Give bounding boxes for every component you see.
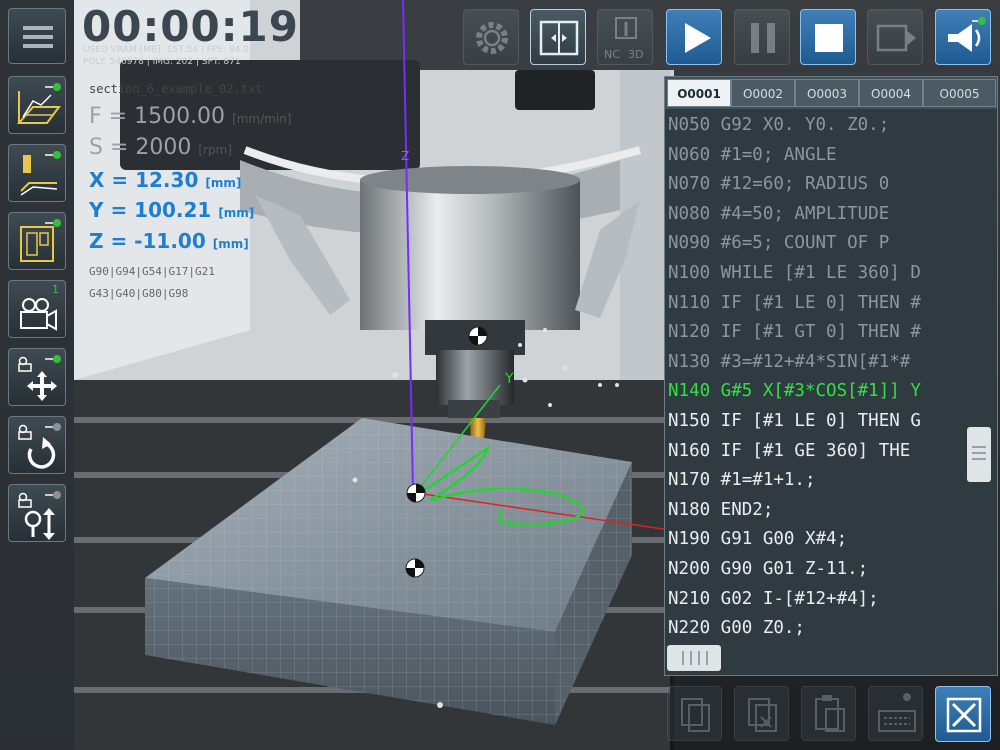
stop-button[interactable] xyxy=(800,9,856,65)
machine-icon xyxy=(20,219,61,262)
code-line[interactable]: N220 G00 Z0.; xyxy=(665,614,957,643)
x-position-value: X = 12.30 xyxy=(89,168,199,192)
settings-button[interactable] xyxy=(463,9,519,65)
pause-icon xyxy=(751,23,775,53)
y-position: Y = 100.21 [mm] xyxy=(89,198,254,222)
code-line[interactable]: N080 #4=50; AMPLITUDE xyxy=(665,200,957,230)
horizontal-scrollbar[interactable] xyxy=(667,645,721,671)
x-position: X = 12.30 [mm] xyxy=(89,168,241,192)
tab-o0002[interactable]: O0002 xyxy=(731,79,795,107)
svg-text:3D: 3D xyxy=(628,48,643,61)
gear-icon xyxy=(476,22,508,54)
code-line[interactable]: N100 WHILE [#1 LE 360] D xyxy=(665,259,957,289)
rotate-icon xyxy=(18,423,61,469)
pause-button[interactable] xyxy=(734,9,790,65)
code-line[interactable]: N070 #12=60; RADIUS 0 xyxy=(665,170,957,200)
x-position-unit: [mm] xyxy=(205,176,242,190)
y-axis-label: Y xyxy=(504,371,514,387)
grip-icon xyxy=(972,446,986,460)
code-line[interactable]: N120 IF [#1 GT 0] THEN # xyxy=(665,318,957,348)
code-line[interactable]: N200 G90 G01 Z-11.; xyxy=(665,555,957,585)
code-line[interactable]: N150 IF [#1 LE 0] THEN G xyxy=(665,407,957,437)
play-button[interactable] xyxy=(666,9,722,65)
menu-button[interactable] xyxy=(8,8,66,64)
code-line[interactable]: N190 G91 G00 X#4; xyxy=(665,525,957,555)
camera-button[interactable]: 1 xyxy=(8,280,66,338)
toolpath-grid-icon xyxy=(16,83,61,124)
vertical-scrollbar[interactable] xyxy=(967,427,991,482)
grip-icon xyxy=(682,651,708,665)
nc-3d-icon: NC 3D xyxy=(604,17,643,61)
tool-view-button[interactable] xyxy=(8,144,66,202)
stop-icon xyxy=(815,24,843,52)
camera-pan-button[interactable] xyxy=(8,348,66,406)
feed-rate-value: F = 1500.00 xyxy=(89,104,226,129)
tab-o0004[interactable]: O0004 xyxy=(859,79,923,107)
move-arrows-icon xyxy=(18,355,61,401)
code-line[interactable]: N090 #6=5; COUNT OF P xyxy=(665,229,957,259)
step-button[interactable] xyxy=(867,9,923,65)
y-position-unit: [mm] xyxy=(218,206,255,220)
stats-line-vram-fps: USED VRAM [MB]: 157.54 | FPS: 94.0 xyxy=(83,45,249,55)
tab-o0005[interactable]: O0005 xyxy=(923,79,996,107)
z-position: Z = -11.00 [mm] xyxy=(89,229,249,253)
cut-button[interactable] xyxy=(734,686,789,741)
code-line[interactable]: N170 #1=#1+1.; xyxy=(665,466,957,496)
paste-button[interactable] xyxy=(801,686,856,741)
feed-rate-unit: [mm/min] xyxy=(232,112,292,126)
tab-o0001[interactable]: O0001 xyxy=(667,79,731,107)
spindle-speed: S = 2000 [rpm] xyxy=(89,135,232,160)
megaphone-icon xyxy=(948,17,986,52)
split-panel-icon xyxy=(539,20,579,56)
modal-codes-line1: G90|G94|G54|G17|G21 xyxy=(89,265,215,278)
nc-3d-button[interactable]: NC 3D xyxy=(597,9,653,65)
alarm-button[interactable] xyxy=(935,9,991,65)
camera-rotate-button[interactable] xyxy=(8,416,66,474)
current-code-line[interactable]: N140 G#5 X[#3*COS[#1]] Y xyxy=(665,377,957,407)
code-line[interactable]: N110 IF [#1 LE 0] THEN # xyxy=(665,289,957,319)
code-line[interactable]: N060 #1=0; ANGLE xyxy=(665,141,957,171)
zoom-icon xyxy=(18,491,61,540)
code-lines[interactable]: N050 G92 X0. Y0. Z0.; N060 #1=0; ANGLE N07… xyxy=(665,111,957,643)
panel-view-button[interactable] xyxy=(530,9,586,65)
z-position-value: Z = -11.00 xyxy=(89,229,206,253)
code-line[interactable]: N180 END2; xyxy=(665,496,957,526)
feed-rate: F = 1500.00 [mm/min] xyxy=(89,104,291,129)
hamburger-icon xyxy=(23,26,53,48)
program-tabs: O0001 O0002 O0003 O0004 O0005 xyxy=(665,77,997,109)
z-axis-label: Z xyxy=(401,149,409,163)
svg-text:NC: NC xyxy=(604,48,620,61)
code-line[interactable]: N050 G92 X0. Y0. Z0.; xyxy=(665,111,957,141)
single-block-icon xyxy=(876,24,916,52)
close-icon xyxy=(946,697,982,733)
tool-path-icon xyxy=(20,151,61,196)
copy-button[interactable] xyxy=(667,686,722,741)
z-position-unit: [mm] xyxy=(212,237,249,251)
code-line[interactable]: N210 G02 I-[#12+#4]; xyxy=(665,585,957,615)
close-editor-button[interactable] xyxy=(935,686,991,742)
keyboard-icon xyxy=(878,693,916,732)
tab-o0003[interactable]: O0003 xyxy=(795,79,859,107)
machine-view-button[interactable] xyxy=(8,212,66,270)
y-position-value: Y = 100.21 xyxy=(89,198,212,222)
spindle-speed-unit: [rpm] xyxy=(198,143,232,157)
spindle-speed-value: S = 2000 xyxy=(89,135,192,160)
camera-count-badge: 1 xyxy=(52,283,59,296)
camera-zoom-button[interactable] xyxy=(8,484,66,542)
code-line[interactable]: N160 IF [#1 GE 360] THE xyxy=(665,437,957,467)
play-icon xyxy=(685,23,711,53)
cut-icon xyxy=(748,698,777,732)
elapsed-timer: 00:00:19 xyxy=(82,2,299,51)
code-line[interactable]: N130 #3=#12+#4*SIN[#1*# xyxy=(665,348,957,378)
paste-icon xyxy=(815,695,845,732)
keyboard-button[interactable] xyxy=(868,686,923,741)
toolpath-view-button[interactable] xyxy=(8,76,66,134)
stats-line-poly: POLY: 546978 | IMG: 202 | SPT: 871 xyxy=(83,57,241,67)
nc-program-editor[interactable]: O0001 O0002 O0003 O0004 O0005 N050 G92 X… xyxy=(664,76,998,676)
modal-codes-line2: G43|G40|G80|G98 xyxy=(89,287,189,300)
copy-icon xyxy=(681,698,710,732)
program-filename: section_6_example_02.txt xyxy=(89,82,263,96)
